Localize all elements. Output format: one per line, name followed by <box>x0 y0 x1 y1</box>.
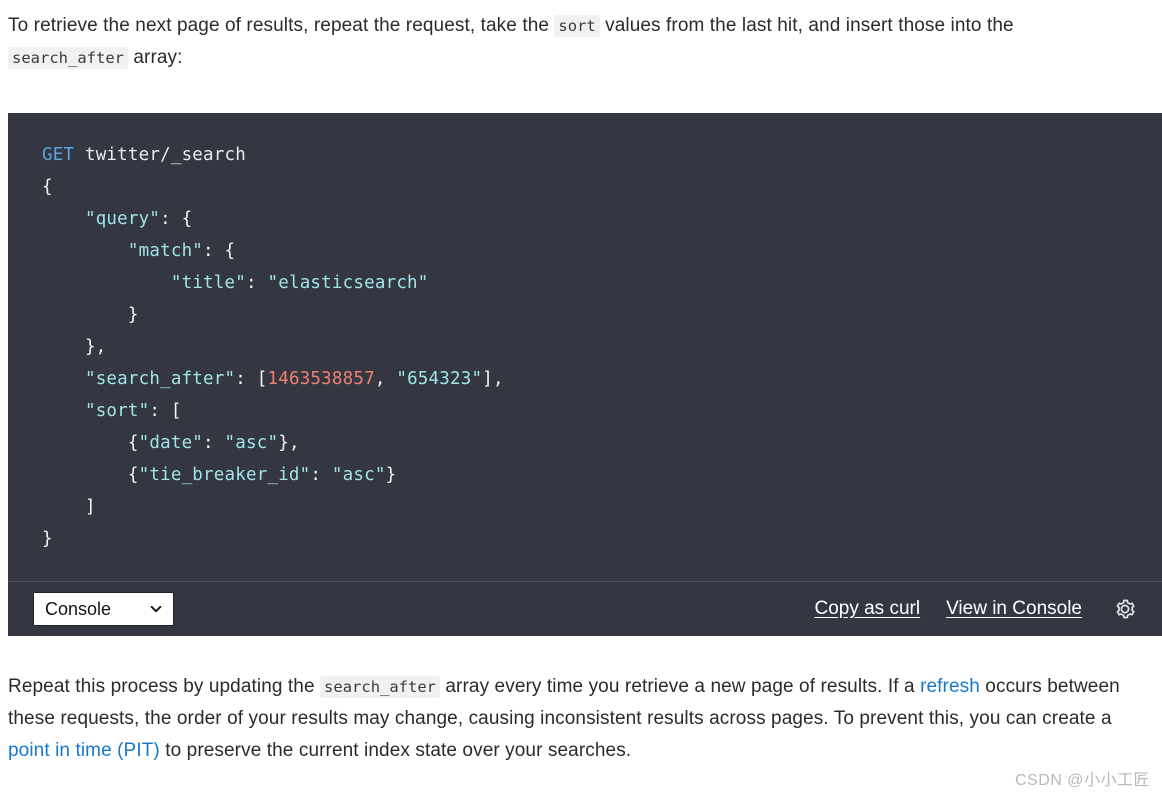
code-token: , <box>374 369 397 389</box>
code-line: "title": "elasticsearch" <box>42 267 1162 299</box>
code-token: : <box>203 433 225 453</box>
point-in-time-link[interactable]: point in time (PIT) <box>8 740 160 761</box>
language-select[interactable]: Console <box>33 592 174 626</box>
code-line: { <box>42 171 1162 203</box>
inline-code-search-after: search_after <box>8 47 128 69</box>
outro-paragraph: Repeat this process by updating the sear… <box>0 671 1150 767</box>
inline-code-sort: sort <box>554 15 600 37</box>
code-line: ] <box>42 491 1162 523</box>
code-line: {"tie_breaker_id": "asc"} <box>42 459 1162 491</box>
code-token: { <box>42 433 139 453</box>
code-token: : [ <box>149 401 182 421</box>
intro-text-part1: To retrieve the next page of results, re… <box>8 15 555 36</box>
code-token: ] <box>42 497 96 517</box>
code-token: GET <box>42 145 85 165</box>
code-token: "query" <box>84 209 161 229</box>
code-token: } <box>385 465 397 485</box>
outro-text-part1: Repeat this process by updating the <box>8 676 321 697</box>
intro-paragraph: To retrieve the next page of results, re… <box>0 0 1142 74</box>
code-line: }, <box>42 331 1162 363</box>
code-token: "asc" <box>224 433 279 453</box>
code-token: { <box>42 465 139 485</box>
code-line: } <box>42 299 1162 331</box>
code-line: "match": { <box>42 235 1162 267</box>
code-token: : <box>246 273 268 293</box>
chevron-down-icon <box>149 602 163 616</box>
code-token: "date" <box>138 433 204 453</box>
code-token: twitter/_search <box>84 145 246 165</box>
code-token: "elasticsearch" <box>267 273 429 293</box>
code-block: GET twitter/_search{ "query": { "match":… <box>8 113 1162 636</box>
code-token: "sort" <box>84 401 150 421</box>
code-token: { <box>42 177 53 197</box>
code-token: : <box>310 465 332 485</box>
intro-text-part3: array: <box>127 47 183 68</box>
code-token: ], <box>482 369 504 389</box>
refresh-link[interactable]: refresh <box>920 676 980 697</box>
code-line: "sort": [ <box>42 395 1162 427</box>
code-token: : [ <box>235 369 268 389</box>
code-block-content[interactable]: GET twitter/_search{ "query": { "match":… <box>8 113 1162 581</box>
intro-text-part2: values from the last hit, and insert tho… <box>599 15 1014 36</box>
outro-text-part2: array every time you retrieve a new page… <box>440 676 921 697</box>
code-line: "query": { <box>42 203 1162 235</box>
code-token: "match" <box>127 241 204 261</box>
copy-as-curl-button[interactable]: Copy as curl <box>814 598 920 620</box>
code-token: } <box>42 305 139 325</box>
code-token: }, <box>278 433 300 453</box>
code-token: : { <box>203 241 236 261</box>
gear-icon[interactable] <box>1112 596 1138 622</box>
outro-text-part4: to preserve the current index state over… <box>159 740 632 761</box>
code-token: : { <box>160 209 193 229</box>
code-token: "654323" <box>396 369 483 389</box>
code-token: "title" <box>170 273 246 293</box>
code-token: 1463538857 <box>267 369 375 389</box>
code-line: GET twitter/_search <box>42 139 1162 171</box>
toolbar-actions: Copy as curl View in Console <box>814 596 1138 622</box>
code-token: "asc" <box>331 465 386 485</box>
code-token: }, <box>42 337 107 357</box>
code-line: "search_after": [1463538857, "654323"], <box>42 363 1162 395</box>
code-token: } <box>42 529 53 549</box>
code-line: {"date": "asc"}, <box>42 427 1162 459</box>
inline-code-search-after-2: search_after <box>320 676 441 698</box>
code-token: "search_after" <box>84 369 236 389</box>
code-block-toolbar: Console Copy as curl View in Console <box>8 581 1162 636</box>
code-token: "tie_breaker_id" <box>138 465 311 485</box>
language-select-label: Console <box>45 598 112 619</box>
csdn-watermark: CSDN @小小工匠 <box>1014 772 1150 789</box>
view-in-console-button[interactable]: View in Console <box>946 598 1082 620</box>
code-line: } <box>42 523 1162 555</box>
